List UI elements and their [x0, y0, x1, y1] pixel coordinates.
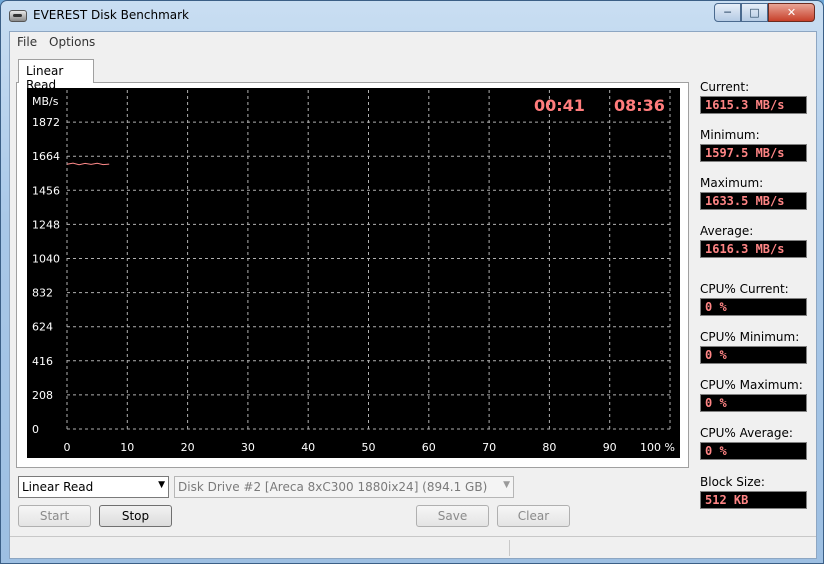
benchmark-window: EVEREST Disk Benchmark ─ □ ✕ File Option… — [0, 0, 824, 564]
stat-value: 1633.5 MB/s — [700, 192, 807, 210]
stat-value: 1597.5 MB/s — [700, 144, 807, 162]
stop-button[interactable]: Stop — [99, 505, 172, 527]
y-tick-label: 1040 — [32, 253, 60, 266]
x-tick-label: 10 — [120, 441, 134, 454]
y-tick-label: 208 — [32, 389, 53, 402]
stat-label: Block Size: — [700, 475, 765, 489]
stat-label: Average: — [700, 224, 754, 238]
stat-value: 512 KB — [700, 491, 807, 509]
remaining-time: 08:36 — [614, 96, 665, 115]
test-mode-value: Linear Read — [22, 480, 94, 494]
chevron-down-icon: ▼ — [158, 480, 165, 490]
window-title: EVEREST Disk Benchmark — [33, 8, 189, 22]
stat-label: CPU% Average: — [700, 426, 793, 440]
x-tick-label: 20 — [181, 441, 195, 454]
tab-panel: MB/s 1872 1664 1456 1248 1040 832 624 416 208 0 0 10… — [16, 82, 689, 468]
status-divider — [509, 540, 510, 556]
x-tick-label: 60 — [422, 441, 436, 454]
stat-value: 0 % — [700, 394, 807, 412]
drive-value: Disk Drive #2 [Areca 8xC300 1880ix24] (8… — [178, 480, 488, 494]
stat-value: 0 % — [700, 298, 807, 316]
x-tick-label: 90 — [603, 441, 617, 454]
y-tick-label: 1248 — [32, 218, 60, 231]
stat-label: Maximum: — [700, 176, 764, 190]
y-tick-label: 1456 — [32, 184, 60, 197]
benchmark-graph: MB/s 1872 1664 1456 1248 1040 832 624 416 208 0 0 10… — [27, 88, 680, 458]
y-unit-label: MB/s — [32, 95, 59, 108]
minimize-button[interactable]: ─ — [714, 3, 741, 22]
clear-button[interactable]: Clear — [497, 505, 570, 527]
status-bar — [10, 536, 816, 558]
y-tick-label: 1872 — [32, 116, 60, 129]
x-tick-label: 0 — [64, 441, 71, 454]
graph-canvas: MB/s1872166414561248104083262441620800 10… — [32, 90, 675, 454]
title-bar[interactable]: EVEREST Disk Benchmark ─ □ ✕ — [1, 1, 823, 31]
test-mode-select[interactable]: Linear Read ▼ — [18, 476, 169, 498]
save-button[interactable]: Save — [416, 505, 489, 527]
x-tick-label: 40 — [301, 441, 315, 454]
y-tick-label: 624 — [32, 321, 53, 334]
stat-value: 1615.3 MB/s — [700, 96, 807, 114]
menu-bar: File Options — [10, 32, 816, 52]
menu-file[interactable]: File — [17, 35, 37, 49]
disk-icon — [9, 10, 27, 22]
throughput-line — [66, 162, 110, 166]
menu-options[interactable]: Options — [49, 35, 95, 49]
tab-linear-read[interactable]: Linear Read — [18, 59, 94, 92]
x-tick-label: 70 — [482, 441, 496, 454]
drive-select: Disk Drive #2 [Areca 8xC300 1880ix24] (8… — [174, 476, 514, 498]
elapsed-time: 00:41 — [534, 96, 585, 115]
x-tick-label: 30 — [241, 441, 255, 454]
y-tick-label: 832 — [32, 287, 53, 300]
chevron-down-icon: ▼ — [503, 480, 510, 490]
maximize-button[interactable]: □ — [741, 3, 768, 22]
stat-label: Current: — [700, 80, 750, 94]
x-tick-label: 100 % — [640, 441, 675, 454]
stat-label: CPU% Minimum: — [700, 330, 800, 344]
stat-value: 0 % — [700, 346, 807, 364]
close-button[interactable]: ✕ — [768, 3, 815, 22]
stat-label: CPU% Current: — [700, 282, 789, 296]
stat-value: 0 % — [700, 442, 807, 460]
y-tick-label: 416 — [32, 355, 53, 368]
stat-value: 1616.3 MB/s — [700, 240, 807, 258]
y-tick-label: 1664 — [32, 150, 60, 163]
stat-label: CPU% Maximum: — [700, 378, 803, 392]
start-button[interactable]: Start — [18, 505, 91, 527]
y-tick-label: 0 — [32, 423, 39, 436]
client-area: File Options Linear Read MB/s 1872 1664 145… — [9, 31, 817, 559]
stat-label: Minimum: — [700, 128, 760, 142]
x-tick-label: 50 — [362, 441, 376, 454]
x-tick-label: 80 — [542, 441, 556, 454]
